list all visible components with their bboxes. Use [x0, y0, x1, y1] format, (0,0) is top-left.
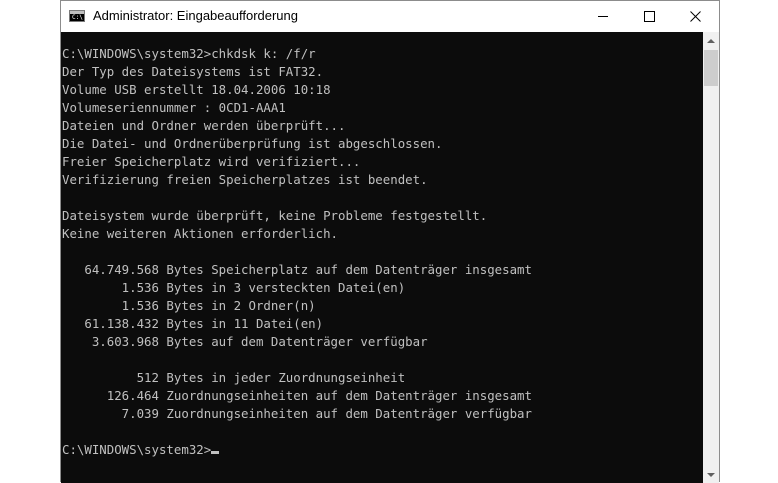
arrow-down-icon [707, 472, 715, 477]
console-line: 64.749.568 Bytes Speicherplatz auf dem D… [84, 262, 532, 277]
console-line: Der Typ des Dateisystems ist FAT32. [62, 64, 324, 79]
minimize-icon [598, 16, 608, 17]
console-line: 7.039 Zuordnungseinheiten auf dem Datent… [121, 406, 532, 421]
console-line: 512 Bytes in jeder Zuordnungseinheit [136, 370, 406, 385]
console-line: C:\WINDOWS\system32>chkdsk k: /f/r [62, 46, 316, 61]
title-bar[interactable]: C:\ Administrator: Eingabeaufforderung [61, 1, 719, 32]
close-icon [689, 11, 701, 22]
maximize-icon [643, 11, 655, 22]
vertical-scrollbar[interactable] [703, 32, 719, 483]
console-line: Dateien und Ordner werden überprüft... [62, 118, 346, 133]
console-line: Dateisystem wurde überprüft, keine Probl… [62, 208, 488, 223]
arrow-up-icon [707, 38, 715, 43]
console-line: Volume USB erstellt 18.04.2006 10:18 [62, 82, 331, 97]
cmd-icon: C:\ [69, 10, 85, 22]
console-line: 1.536 Bytes in 3 versteckten Datei(en) [121, 280, 406, 295]
console-lines: C:\WINDOWS\system32>chkdsk k: /f/r Der T… [62, 46, 532, 421]
maximize-button[interactable] [626, 1, 672, 32]
console-line: Keine weiteren Aktionen erforderlich. [62, 226, 339, 241]
console-line: 61.138.432 Bytes in 11 Datei(en) [84, 316, 324, 331]
console-window: C:\ Administrator: Eingabeaufforderung C… [60, 0, 720, 483]
console-output-area[interactable]: C:\WINDOWS\system32>chkdsk k: /f/r Der T… [61, 32, 703, 483]
console-line: Freier Speicherplatz wird verifiziert... [62, 154, 361, 169]
console-line: 1.536 Bytes in 2 Ordner(n) [121, 298, 316, 313]
console-line: Die Datei- und Ordnerüberprüfung ist abg… [62, 136, 443, 151]
console-line: Verifizierung freien Speicherplatzes ist… [62, 172, 428, 187]
text-cursor [211, 451, 220, 454]
minimize-button[interactable] [580, 1, 626, 32]
scroll-down-button[interactable] [703, 466, 719, 483]
console-text: C:\WINDOWS\system32>chkdsk k: /f/r Der T… [61, 32, 703, 459]
console-line: Volumeseriennummer : 0CD1-AAA1 [62, 100, 286, 115]
prompt: C:\WINDOWS\system32> [62, 442, 212, 457]
window-title: Administrator: Eingabeaufforderung [93, 8, 298, 23]
console-line: 126.464 Zuordnungseinheiten auf dem Date… [106, 388, 532, 403]
scroll-up-button[interactable] [703, 32, 719, 49]
console-line: 3.603.968 Bytes auf dem Datenträger verf… [91, 334, 428, 349]
close-button[interactable] [672, 1, 718, 32]
scrollbar-thumb[interactable] [704, 50, 718, 86]
